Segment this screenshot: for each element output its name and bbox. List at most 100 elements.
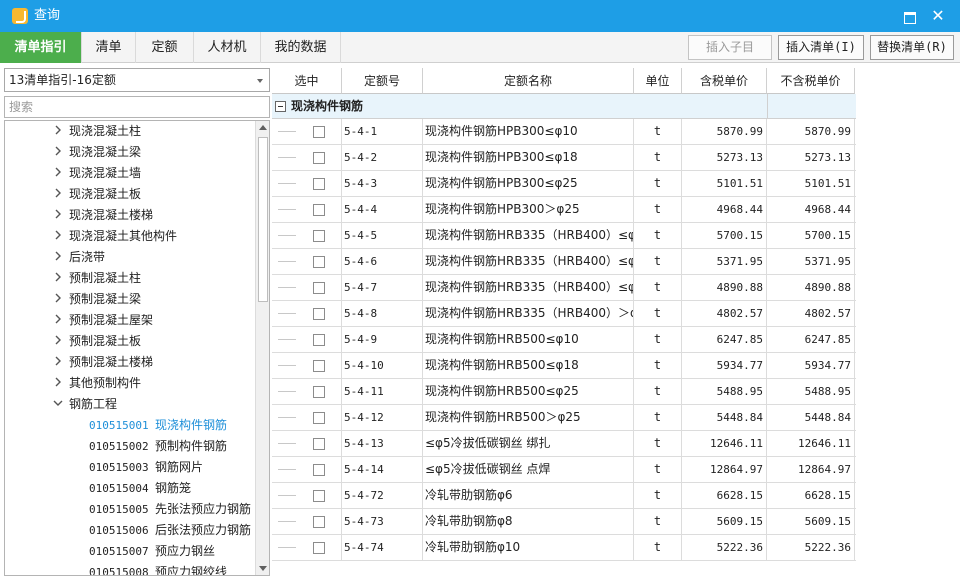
table-row[interactable]: 5-4-12 现浇构件钢筋HRB500＞φ25 t 5448.84 5448.84	[272, 405, 856, 431]
tree-item-leaf[interactable]: 010515003 钢筋网片	[5, 457, 253, 478]
table-row[interactable]: 5-4-73 冷轧带肋钢筋φ8 t 5609.15 5609.15	[272, 509, 856, 535]
tree-item-leaf[interactable]: 010515008 预应力钢绞线	[5, 562, 253, 575]
tree-item-folder[interactable]: 现浇混凝土梁	[5, 142, 253, 163]
scroll-down-icon[interactable]	[259, 566, 267, 571]
tree-item-folder[interactable]: 钢筋工程	[5, 394, 253, 415]
row-checkbox[interactable]	[313, 152, 325, 164]
chevron-right-icon[interactable]	[53, 314, 63, 324]
chevron-right-icon[interactable]	[53, 335, 63, 345]
column-header-name[interactable]: 定额名称	[423, 68, 634, 94]
tree-item-leaf[interactable]: 010515007 预应力钢丝	[5, 541, 253, 562]
tab-list-guide[interactable]: 清单指引	[0, 32, 82, 63]
table-row[interactable]: 5-4-8 现浇构件钢筋HRB335（HRB400）＞φ25 t 4802.57 480…	[272, 301, 856, 327]
column-header-code[interactable]: 定额号	[342, 68, 423, 94]
chevron-down-icon[interactable]	[53, 398, 63, 408]
search-input[interactable]	[4, 96, 270, 118]
tree-item-folder[interactable]: 预制混凝土楼梯	[5, 352, 253, 373]
tree-item-leaf[interactable]: 010515001 现浇构件钢筋	[5, 415, 253, 436]
row-checkbox[interactable]	[313, 360, 325, 372]
tree-item-folder[interactable]: 现浇混凝土板	[5, 184, 253, 205]
table-row[interactable]: 5-4-3 现浇构件钢筋HPB300≤φ25 t 5101.51 5101.51	[272, 171, 856, 197]
row-checkbox[interactable]	[313, 386, 325, 398]
chevron-right-icon[interactable]	[53, 293, 63, 303]
quota-code-cell: 5-4-4	[342, 197, 423, 222]
table-row[interactable]: 5-4-13 ≤φ5冷拔低碳钢丝 绑扎 t 12646.11 12646.11	[272, 431, 856, 457]
maximize-icon[interactable]	[900, 8, 918, 24]
chevron-right-icon[interactable]	[53, 230, 63, 240]
table-row[interactable]: 5-4-72 冷轧带肋钢筋φ6 t 6628.15 6628.15	[272, 483, 856, 509]
tree-item-folder[interactable]: 预制混凝土梁	[5, 289, 253, 310]
chevron-right-icon[interactable]	[53, 146, 63, 156]
table-row[interactable]: 5-4-5 现浇构件钢筋HRB335（HRB400）≤φ10 t 5700.15 570…	[272, 223, 856, 249]
tree-item-folder[interactable]: 后浇带	[5, 247, 253, 268]
tab-list[interactable]: 清单	[82, 32, 136, 63]
tree-item-folder[interactable]: 现浇混凝土楼梯	[5, 205, 253, 226]
table-row[interactable]: 5-4-11 现浇构件钢筋HRB500≤φ25 t 5488.95 5488.95	[272, 379, 856, 405]
scroll-up-icon[interactable]	[259, 125, 267, 130]
chevron-right-icon[interactable]	[53, 209, 63, 219]
close-icon[interactable]: ✕	[928, 6, 948, 26]
tree-item-folder[interactable]: 现浇混凝土柱	[5, 121, 253, 142]
quota-name-cell: 现浇构件钢筋HRB335（HRB400）≤φ18	[423, 249, 634, 274]
tree-item-leaf[interactable]: 010515005 先张法预应力钢筋	[5, 499, 253, 520]
table-row[interactable]: 5-4-74 冷轧带肋钢筋φ10 t 5222.36 5222.36	[272, 535, 856, 561]
row-checkbox[interactable]	[313, 334, 325, 346]
table-row[interactable]: 5-4-14 ≤φ5冷拔低碳钢丝 点焊 t 12864.97 12864.97	[272, 457, 856, 483]
tree-item-leaf[interactable]: 010515006 后张法预应力钢筋	[5, 520, 253, 541]
chevron-right-icon[interactable]	[53, 356, 63, 366]
tree-item-folder[interactable]: 现浇混凝土其他构件	[5, 226, 253, 247]
table-row[interactable]: 5-4-4 现浇构件钢筋HPB300＞φ25 t 4968.44 4968.44	[272, 197, 856, 223]
tree-item-folder[interactable]: 其他预制构件	[5, 373, 253, 394]
column-header-unit[interactable]: 单位	[634, 68, 682, 94]
replace-list-button[interactable]: 替换清单(R)	[870, 35, 954, 60]
tree-item-folder[interactable]: 现浇混凝土墙	[5, 163, 253, 184]
tree-item-folder[interactable]: 预制混凝土柱	[5, 268, 253, 289]
chevron-right-icon[interactable]	[53, 272, 63, 282]
scroll-thumb[interactable]	[258, 137, 268, 302]
quota-code-cell: 5-4-5	[342, 223, 423, 248]
insert-child-button[interactable]: 插入子目	[688, 35, 772, 60]
table-row[interactable]: 5-4-2 现浇构件钢筋HPB300≤φ18 t 5273.13 5273.13	[272, 145, 856, 171]
tree-item-folder[interactable]: 预制混凝土板	[5, 331, 253, 352]
tree-scrollbar[interactable]	[255, 121, 269, 575]
row-checkbox[interactable]	[313, 282, 325, 294]
row-checkbox[interactable]	[313, 230, 325, 242]
tab-quota[interactable]: 定额	[136, 32, 194, 63]
quota-name-cell: 现浇构件钢筋HPB300≤φ25	[423, 171, 634, 196]
chevron-right-icon[interactable]	[53, 188, 63, 198]
tab-my-data[interactable]: 我的数据	[261, 32, 341, 63]
tree-item-label: 钢筋工程	[69, 397, 118, 411]
table-row[interactable]: 5-4-7 现浇构件钢筋HRB335（HRB400）≤φ25 t 4890.88 489…	[272, 275, 856, 301]
notax-price-cell: 6628.15	[767, 483, 855, 508]
tree-item-leaf[interactable]: 010515002 预制构件钢筋	[5, 436, 253, 457]
row-checkbox[interactable]	[313, 204, 325, 216]
chevron-right-icon[interactable]	[53, 125, 63, 135]
guide-library-select[interactable]: 13清单指引-16定额	[4, 68, 270, 92]
row-checkbox[interactable]	[313, 412, 325, 424]
table-row[interactable]: 5-4-10 现浇构件钢筋HRB500≤φ18 t 5934.77 5934.77	[272, 353, 856, 379]
row-checkbox[interactable]	[313, 126, 325, 138]
row-checkbox[interactable]	[313, 178, 325, 190]
tree-item-label: 后浇带	[69, 250, 106, 264]
chevron-right-icon[interactable]	[53, 251, 63, 261]
table-row[interactable]: 5-4-1 现浇构件钢筋HPB300≤φ10 t 5870.99 5870.99	[272, 119, 856, 145]
row-checkbox[interactable]	[313, 464, 325, 476]
chevron-right-icon[interactable]	[53, 167, 63, 177]
row-checkbox[interactable]	[313, 438, 325, 450]
chevron-right-icon[interactable]	[53, 377, 63, 387]
row-checkbox[interactable]	[313, 490, 325, 502]
row-checkbox[interactable]	[313, 516, 325, 528]
tree-item-leaf[interactable]: 010515004 钢筋笼	[5, 478, 253, 499]
row-checkbox[interactable]	[313, 542, 325, 554]
row-checkbox[interactable]	[313, 308, 325, 320]
row-checkbox[interactable]	[313, 256, 325, 268]
column-header-tax-price[interactable]: 含税单价	[682, 68, 767, 94]
tree-item-folder[interactable]: 预制混凝土屋架	[5, 310, 253, 331]
tab-labor-material-machine[interactable]: 人材机	[194, 32, 261, 63]
table-row[interactable]: 5-4-6 现浇构件钢筋HRB335（HRB400）≤φ18 t 5371.95 537…	[272, 249, 856, 275]
table-row[interactable]: 5-4-9 现浇构件钢筋HRB500≤φ10 t 6247.85 6247.85	[272, 327, 856, 353]
column-header-notax-price[interactable]: 不含税单价	[767, 68, 855, 94]
insert-list-button[interactable]: 插入清单(I)	[778, 35, 864, 60]
collapse-icon[interactable]	[275, 101, 286, 112]
column-header-select[interactable]: 选中	[272, 68, 342, 94]
